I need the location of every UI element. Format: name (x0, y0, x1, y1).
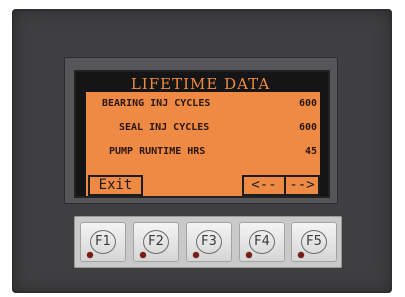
led-indicator-icon (298, 252, 304, 258)
row-label: BEARING INJ CYCLES (102, 98, 211, 109)
led-indicator-icon (193, 252, 199, 258)
row-label: PUMP RUNTIME HRS (109, 146, 206, 157)
data-row: BEARING INJ CYCLES 600 (86, 97, 320, 111)
f4-key[interactable]: F4 (239, 222, 285, 262)
exit-softkey[interactable]: Exit (88, 175, 143, 196)
led-indicator-icon (140, 252, 146, 258)
row-value: 600 (298, 98, 317, 109)
f4-key-label: F4 (249, 230, 275, 254)
f5-key[interactable]: F5 (291, 222, 337, 262)
data-row: SEAL INJ CYCLES 600 (86, 121, 320, 135)
row-value: 600 (298, 122, 317, 133)
f2-key[interactable]: F2 (133, 222, 179, 262)
f3-key[interactable]: F3 (186, 222, 232, 262)
screen-title: LIFETIME DATA (91, 76, 310, 92)
next-page-softkey[interactable]: --> (284, 175, 320, 196)
row-label: SEAL INJ CYCLES (119, 122, 210, 133)
led-indicator-icon (246, 252, 252, 258)
prev-page-softkey[interactable]: <-- (242, 175, 286, 196)
f5-key-label: F5 (301, 230, 327, 254)
f1-key-label: F1 (90, 230, 116, 254)
f3-key-label: F3 (196, 230, 222, 254)
led-indicator-icon (87, 252, 93, 258)
row-value: 45 (304, 146, 317, 157)
data-row: PUMP RUNTIME HRS 45 (86, 145, 320, 159)
f2-key-label: F2 (143, 230, 169, 254)
f1-key[interactable]: F1 (80, 222, 126, 262)
